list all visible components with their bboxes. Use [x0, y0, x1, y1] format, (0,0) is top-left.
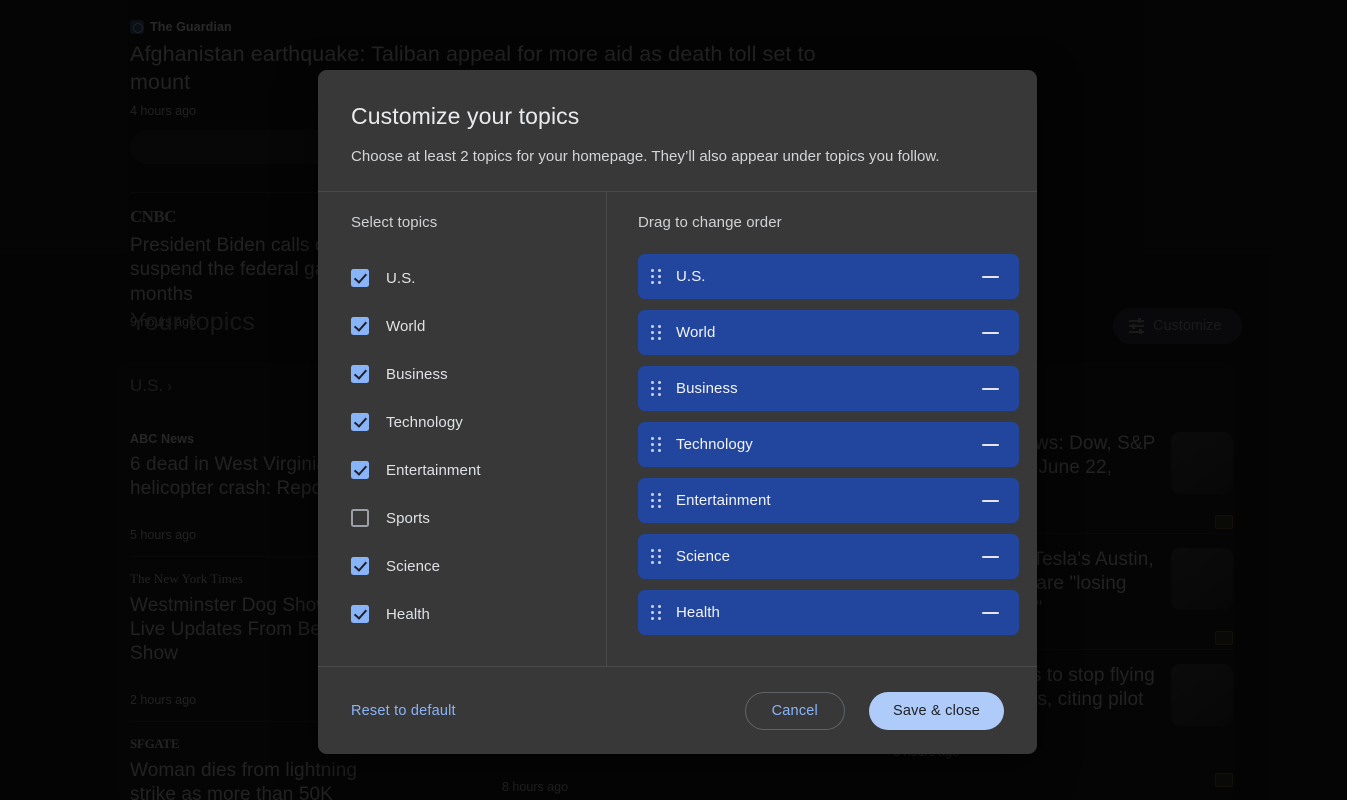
remove-icon[interactable]	[982, 555, 999, 558]
drag-item-label: World	[676, 324, 716, 341]
topic-label: Business	[386, 365, 448, 383]
topic-label: U.S.	[386, 269, 416, 287]
topic-label: World	[386, 317, 426, 335]
checkbox-checked-icon[interactable]	[351, 317, 369, 335]
drag-handle-icon[interactable]	[651, 493, 662, 508]
checkbox-checked-icon[interactable]	[351, 605, 369, 623]
remove-icon[interactable]	[982, 499, 999, 502]
topic-label: Entertainment	[386, 461, 481, 479]
drag-handle-icon[interactable]	[651, 325, 662, 340]
topic-label: Technology	[386, 413, 463, 431]
drag-item-health[interactable]: Health	[638, 590, 1019, 635]
checkbox-checked-icon[interactable]	[351, 269, 369, 287]
remove-icon[interactable]	[982, 443, 999, 446]
cancel-button[interactable]: Cancel	[744, 691, 845, 730]
topic-checkbox-row-technology[interactable]: Technology	[351, 398, 606, 446]
drag-handle-icon[interactable]	[651, 605, 662, 620]
topic-label: Health	[386, 605, 430, 623]
dialog-header: Customize your topics Choose at least 2 …	[318, 70, 1037, 191]
remove-icon[interactable]	[982, 275, 999, 278]
checkbox-unchecked-icon[interactable]	[351, 509, 369, 527]
topic-checkbox-row-entertainment[interactable]: Entertainment	[351, 446, 606, 494]
drag-handle-icon[interactable]	[651, 549, 662, 564]
screen: The Guardian Afghanistan earthquake: Tal…	[0, 0, 1347, 800]
select-topics-column: Select topics U.S. World Business Techno…	[318, 192, 607, 666]
customize-topics-dialog: Customize your topics Choose at least 2 …	[318, 70, 1037, 754]
remove-icon[interactable]	[982, 387, 999, 390]
checkbox-checked-icon[interactable]	[351, 557, 369, 575]
topic-label: Science	[386, 557, 441, 575]
topic-label: Sports	[386, 509, 430, 527]
drag-item-label: Science	[676, 548, 731, 565]
drag-item-us[interactable]: U.S.	[638, 254, 1019, 299]
dialog-title: Customize your topics	[351, 103, 580, 129]
drag-order-column[interactable]: Drag to change order U.S. World Business	[607, 192, 1037, 666]
drag-item-technology[interactable]: Technology	[638, 422, 1019, 467]
dialog-body: Select topics U.S. World Business Techno…	[318, 191, 1037, 666]
drag-item-business[interactable]: Business	[638, 366, 1019, 411]
footer-actions: Cancel Save & close	[744, 691, 1004, 730]
drag-handle-icon[interactable]	[651, 381, 662, 396]
checkbox-checked-icon[interactable]	[351, 365, 369, 383]
remove-icon[interactable]	[982, 611, 999, 614]
topic-checkbox-row-business[interactable]: Business	[351, 350, 606, 398]
drag-item-science[interactable]: Science	[638, 534, 1019, 579]
dialog-footer: Reset to default Cancel Save & close	[318, 666, 1037, 754]
drag-order-label: Drag to change order	[638, 214, 782, 231]
dialog-subtitle: Choose at least 2 topics for your homepa…	[351, 148, 940, 165]
drag-item-label: Technology	[676, 436, 753, 453]
drag-item-label: Entertainment	[676, 492, 771, 509]
select-topics-label: Select topics	[351, 214, 438, 231]
topic-checkbox-row-sports[interactable]: Sports	[351, 494, 606, 542]
save-and-close-button[interactable]: Save & close	[868, 691, 1004, 730]
topic-checkbox-row-us[interactable]: U.S.	[351, 254, 606, 302]
drag-item-label: U.S.	[676, 268, 706, 285]
remove-icon[interactable]	[982, 331, 999, 334]
drag-item-label: Business	[676, 380, 738, 397]
drag-item-entertainment[interactable]: Entertainment	[638, 478, 1019, 523]
drag-item-label: Health	[676, 604, 720, 621]
drag-item-world[interactable]: World	[638, 310, 1019, 355]
drag-handle-icon[interactable]	[651, 269, 662, 284]
checkbox-checked-icon[interactable]	[351, 413, 369, 431]
drag-handle-icon[interactable]	[651, 437, 662, 452]
checkbox-checked-icon[interactable]	[351, 461, 369, 479]
topic-checkbox-row-world[interactable]: World	[351, 302, 606, 350]
topic-checkbox-row-science[interactable]: Science	[351, 542, 606, 590]
topic-checkbox-row-health[interactable]: Health	[351, 590, 606, 638]
reset-to-default-button[interactable]: Reset to default	[351, 695, 456, 727]
